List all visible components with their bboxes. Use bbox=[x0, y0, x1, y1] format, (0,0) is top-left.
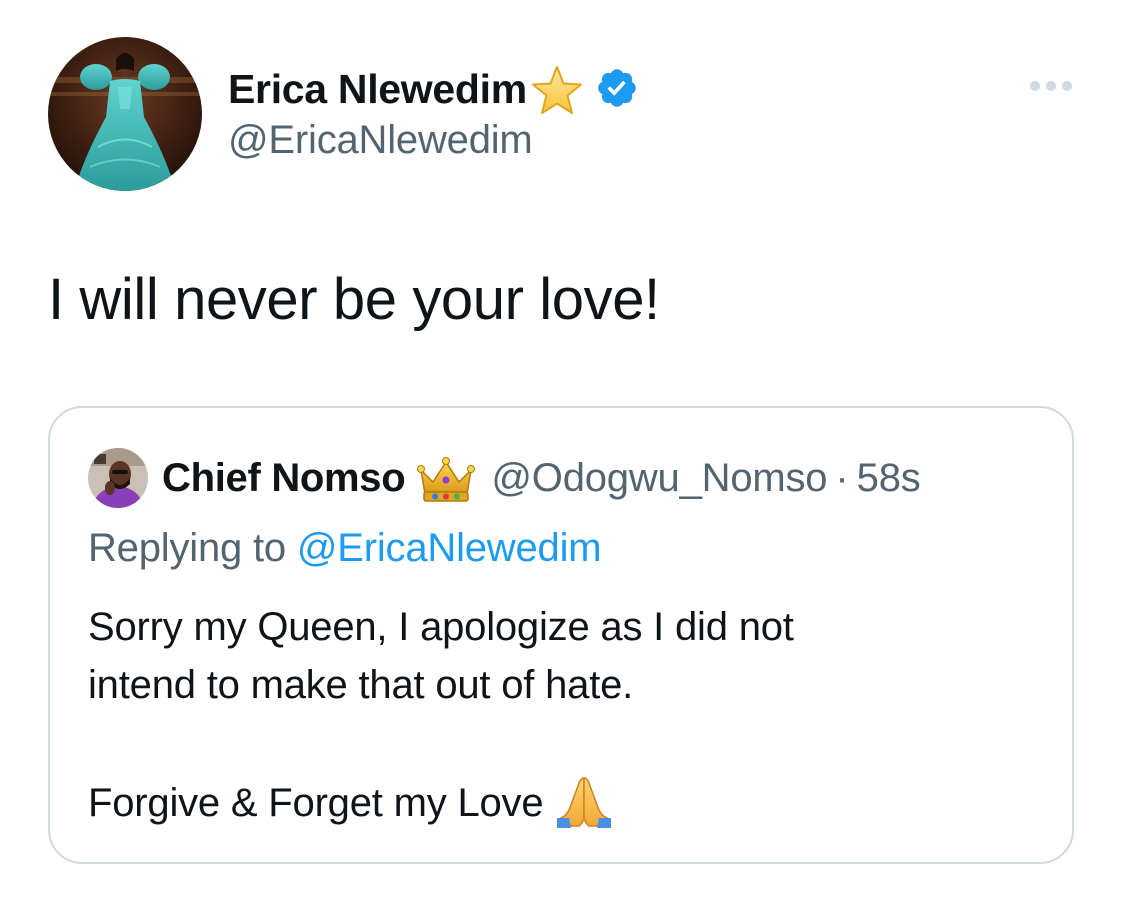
author-handle[interactable]: @EricaNlewedim bbox=[228, 118, 533, 163]
author-name[interactable]: Erica Nlewedim bbox=[228, 66, 527, 113]
tweet: Erica Nlewedim @EricaNlewedim I will nev… bbox=[0, 0, 1125, 903]
quoted-tweet-body: Sorry my Queen, I apologize as I did not… bbox=[88, 598, 794, 832]
star-emoji bbox=[529, 64, 585, 118]
separator-dot: · bbox=[835, 455, 849, 500]
quoted-tweet-card[interactable]: Chief Nomso @Odogwu_Nomso · 58s Replying… bbox=[48, 406, 1074, 864]
quoted-author-name: Chief Nomso bbox=[162, 455, 406, 500]
quoted-tweet-header: Chief Nomso @Odogwu_Nomso · 58s bbox=[88, 446, 921, 510]
quoted-author-handle: @Odogwu_Nomso bbox=[491, 455, 828, 500]
verified-badge-icon bbox=[595, 66, 639, 110]
quoted-body-line: Sorry my Queen, I apologize as I did not bbox=[88, 605, 794, 649]
replying-to-label: Replying to bbox=[88, 526, 297, 570]
quoted-body-line: intend to make that out of hate. bbox=[88, 663, 634, 707]
quoted-body-spacer bbox=[88, 714, 794, 772]
quoted-timestamp: 58s bbox=[856, 455, 921, 500]
tweet-text: I will never be your love! bbox=[48, 267, 660, 332]
quoted-body-line-last: Forgive & Forget my Love bbox=[88, 772, 794, 832]
replying-to-link[interactable]: @EricaNlewedim bbox=[297, 526, 602, 570]
replying-to-row: Replying to @EricaNlewedim bbox=[88, 526, 602, 571]
quoted-author-avatar bbox=[88, 448, 148, 508]
quoted-body-text: Forgive & Forget my Love bbox=[88, 781, 544, 825]
author-avatar[interactable] bbox=[48, 37, 202, 191]
folded-hands-emoji bbox=[555, 772, 613, 830]
author-avatar-image bbox=[48, 37, 202, 191]
crown-emoji bbox=[417, 454, 476, 504]
more-options-icon[interactable] bbox=[1028, 76, 1074, 96]
author-name-row: Erica Nlewedim bbox=[228, 62, 639, 116]
